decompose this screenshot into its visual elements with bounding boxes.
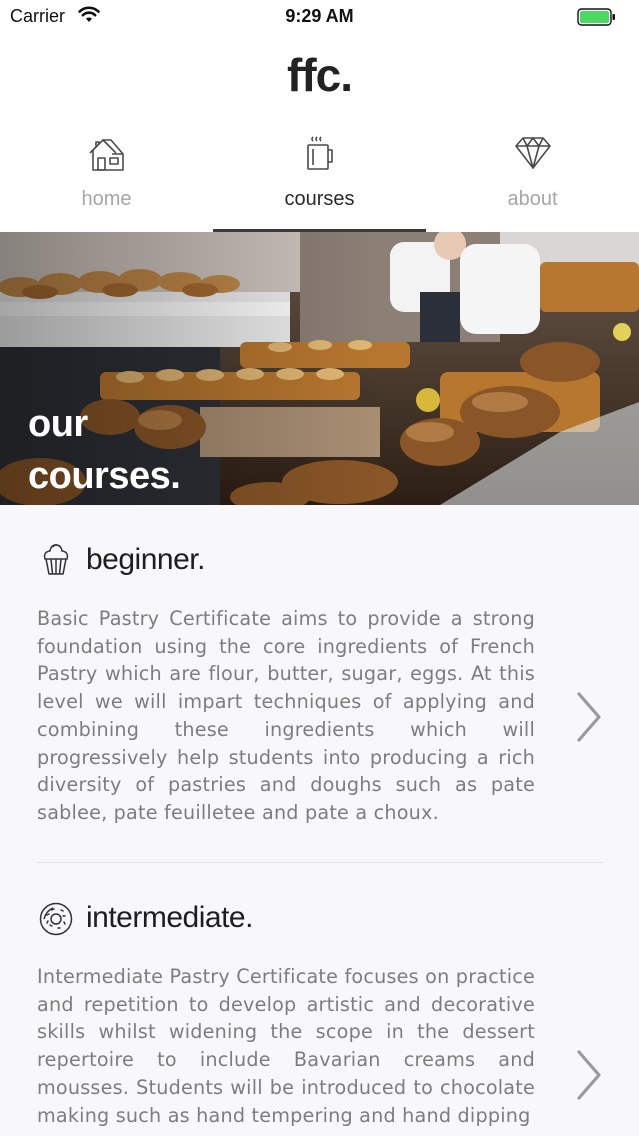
tab-label: about	[507, 188, 558, 210]
status-bar: Carrier 9:29 AM	[0, 0, 639, 34]
course-description: Intermediate Pastry Certificate focuses …	[37, 965, 535, 1127]
coffee-cup-icon	[306, 136, 333, 170]
chevron-right-icon[interactable]	[574, 691, 604, 743]
tab-about[interactable]: about	[426, 124, 639, 232]
diamond-icon	[514, 137, 551, 169]
hero-title-line: courses.	[28, 455, 181, 497]
course-list: beginner. Basic Pastry Certificate aims …	[0, 505, 639, 1136]
course-item-intermediate[interactable]: intermediate. Intermediate Pastry Certif…	[0, 863, 639, 1136]
tab-bar: home courses about	[0, 124, 639, 232]
cupcake-icon	[43, 544, 69, 575]
brand-title: ffc.	[287, 49, 353, 101]
donut-icon	[39, 902, 73, 936]
hero-title: our courses.	[28, 398, 181, 502]
course-item-beginner[interactable]: beginner. Basic Pastry Certificate aims …	[0, 505, 639, 863]
course-title: intermediate.	[86, 901, 253, 934]
tab-home[interactable]: home	[0, 124, 213, 232]
tab-courses[interactable]: courses	[213, 124, 426, 232]
tab-label: courses	[284, 188, 355, 210]
clock: 9:29 AM	[285, 6, 354, 26]
chevron-right-icon[interactable]	[574, 1049, 604, 1101]
battery-icon	[577, 8, 615, 26]
tab-label: home	[81, 188, 132, 210]
course-description: Basic Pastry Certificate aims to provide…	[37, 607, 535, 824]
house-icon	[88, 139, 124, 171]
hero-title-line: our	[28, 403, 88, 445]
course-title: beginner.	[86, 543, 205, 576]
